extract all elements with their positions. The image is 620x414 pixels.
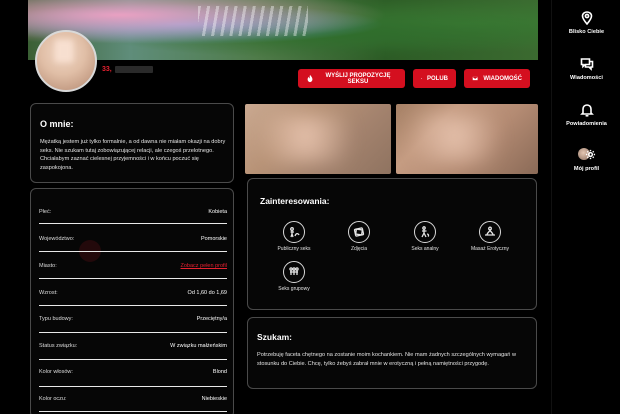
detail-value: Niebieskie	[201, 396, 227, 402]
interest-label: Seks analny	[411, 246, 439, 252]
bell-icon	[579, 104, 594, 117]
detail-label: Wzrost:	[39, 290, 58, 296]
profile-gear-icon	[577, 148, 596, 162]
looking-for-title: Szukam:	[257, 332, 292, 342]
heart-icon	[421, 78, 422, 79]
interest-label: Publiczny seks	[277, 246, 311, 252]
interest-item: Zdjęcia	[329, 221, 389, 252]
username: 33,	[102, 66, 153, 73]
nav-label: Blisko Ciebie	[568, 29, 605, 35]
send-offer-label: Wyślij propozycję seksu	[325, 72, 391, 85]
see-full-profile-link[interactable]: Zobacz pełen profil	[181, 263, 227, 269]
interest-item: Publiczny seks	[264, 221, 324, 252]
anal-icon	[414, 221, 436, 243]
chat-icon	[580, 58, 593, 71]
avatar[interactable]	[35, 30, 97, 92]
details-card: ​ Płeć: Kobieta Województwo: Pomorskie M…	[30, 188, 234, 414]
nav-item-messages[interactable]: Wiadomości	[552, 57, 620, 81]
detail-label: Województwo:	[39, 236, 75, 242]
detail-row-region: Województwo: Pomorskie	[39, 234, 227, 244]
interest-label: Zdjęcia	[350, 246, 368, 252]
user-age: 33,	[102, 66, 112, 73]
side-navigation: Blisko Ciebie Wiadomości Powiadomienia M…	[551, 0, 620, 414]
cover-photo	[28, 0, 538, 60]
divider	[39, 332, 227, 333]
nav-item-nearby[interactable]: Blisko Ciebie	[552, 11, 620, 35]
photo-blur	[406, 114, 528, 164]
detail-value: Przeciętny/a	[196, 316, 227, 322]
detail-value: Blond	[212, 369, 227, 375]
message-button[interactable]: Wiadomość	[464, 69, 530, 88]
profile-actions: Wyślij propozycję seksu Polub Wiadomość	[298, 69, 530, 88]
detail-label: Kolor włosów:	[39, 369, 73, 375]
interests-card: Zainteresowania: Publiczny seks Zdjęcia …	[247, 178, 537, 310]
interest-item: Seks analny	[395, 221, 455, 252]
detail-row-hair: Kolor włosów: Blond	[39, 367, 227, 377]
divider	[39, 278, 227, 279]
detail-value: Kobieta	[208, 209, 227, 215]
about-card: O mnie: Mężatką jestem już tylko formaln…	[30, 103, 234, 183]
detail-row-relationship: Status związku: W związku małżeńskim	[39, 341, 227, 351]
detail-label: Status związku:	[39, 343, 78, 349]
cover-photo-detail	[198, 6, 308, 36]
nav-label: Wiadomości	[570, 75, 603, 81]
looking-for-text: Potrzebuję faceta chętnego na zostanie m…	[257, 352, 516, 367]
looking-for-card: Szukam: Potrzebuję faceta chętnego na zo…	[247, 317, 537, 389]
detail-value: W związku małżeńskim	[170, 343, 227, 349]
interest-item: Seks grupowy	[264, 261, 324, 292]
interest-label: Seks grupowy	[278, 286, 310, 292]
detail-label: Kolor oczu:	[39, 396, 67, 402]
detail-value: Pomorskie	[201, 236, 227, 242]
detail-label: Typu budowy:	[39, 316, 73, 322]
interests-title: Zainteresowania:	[260, 196, 330, 206]
divider	[39, 305, 227, 306]
divider	[39, 251, 227, 252]
interest-item: Masaż Erotyczny	[460, 221, 520, 252]
detail-row-eyes: Kolor oczu: Niebieskie	[39, 394, 227, 404]
like-label: Polub	[427, 75, 448, 82]
divider	[39, 223, 227, 224]
massage-icon	[479, 221, 501, 243]
nav-label: Powiadomienia	[566, 121, 607, 127]
profile-main: 33, Wyślij propozycję seksu Polub Wiadom…	[0, 0, 550, 414]
redacted-name	[114, 66, 153, 73]
envelope-icon	[472, 76, 479, 81]
divider	[39, 411, 227, 412]
like-button[interactable]: Polub	[413, 69, 456, 88]
flame-icon	[307, 74, 313, 83]
nav-item-my-profile[interactable]: Mój profil	[552, 148, 620, 172]
detail-value: Od 1,60 do 1,69	[187, 290, 227, 296]
detail-label: Płeć:	[39, 209, 52, 215]
public-sex-icon	[283, 221, 305, 243]
detail-row-height: Wzrost: Od 1,60 do 1,69	[39, 288, 227, 298]
detail-row-gender: Płeć: Kobieta	[39, 207, 227, 217]
message-label: Wiadomość	[483, 75, 522, 82]
profile-photo-2[interactable]	[396, 104, 538, 174]
profile-photo-1[interactable]	[245, 104, 391, 174]
nav-label: Mój profil	[573, 166, 600, 172]
avatar-blur	[55, 40, 73, 62]
send-offer-button[interactable]: Wyślij propozycję seksu	[298, 69, 405, 88]
gear-icon	[585, 149, 595, 160]
about-text: Mężatką jestem już tylko formalnie, a od…	[40, 139, 226, 171]
divider	[39, 386, 227, 387]
detail-row-build: Typu budowy: Przeciętny/a	[39, 314, 227, 324]
about-title: O mnie:	[40, 119, 74, 129]
nav-item-notifications[interactable]: Powiadomienia	[552, 103, 620, 127]
detail-label: Miasto:	[39, 263, 57, 269]
detail-row-city: Miasto: Zobacz pełen profil	[39, 261, 227, 271]
location-pin-icon	[581, 11, 592, 25]
divider	[39, 359, 227, 360]
photos-icon	[348, 221, 370, 243]
group-icon	[283, 261, 305, 283]
photo-blur	[255, 114, 381, 164]
interest-label: Masaż Erotyczny	[470, 246, 510, 252]
